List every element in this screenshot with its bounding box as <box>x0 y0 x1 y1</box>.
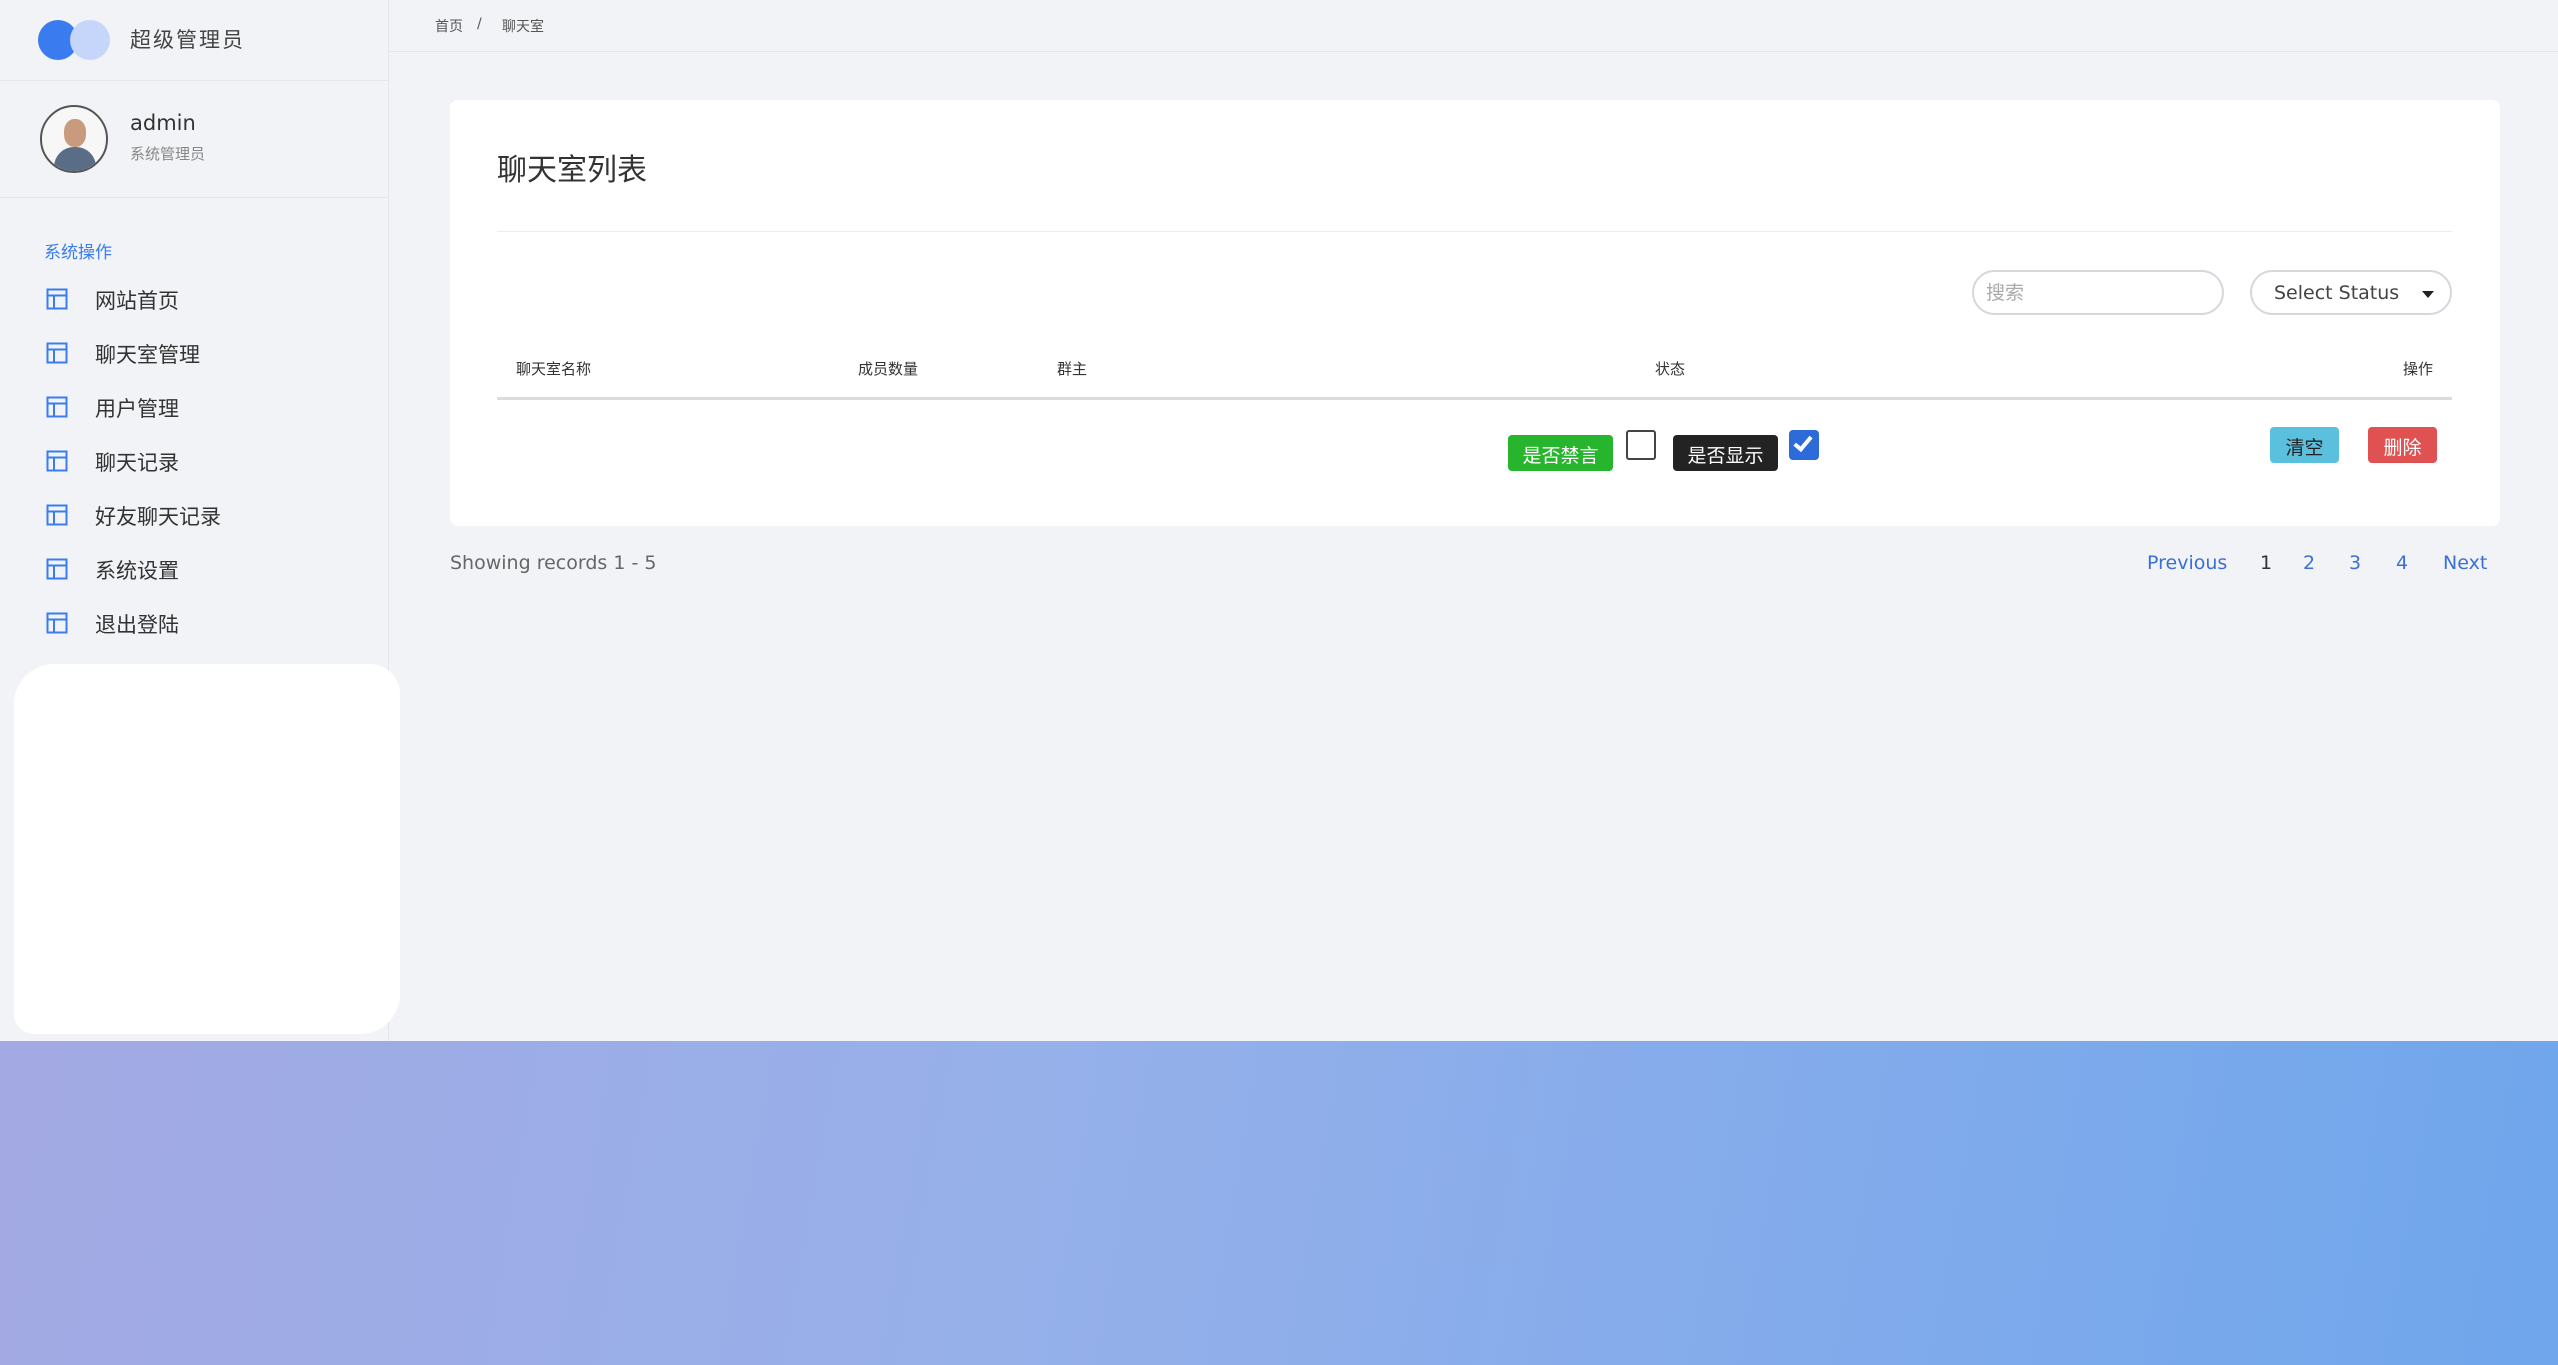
mute-checkbox[interactable] <box>1626 430 1656 460</box>
sidebar-item-chatroom-management[interactable]: 聊天室管理 <box>0 326 389 380</box>
pagination-page-3[interactable]: 3 <box>2349 552 2361 574</box>
avatar[interactable] <box>40 105 108 173</box>
pagination-previous[interactable]: Previous <box>2147 552 2227 574</box>
checkmark-icon <box>1793 431 1813 453</box>
layout-icon <box>46 342 68 364</box>
blank-panel <box>14 664 400 1034</box>
sidebar-item-chat-records[interactable]: 聊天记录 <box>0 434 389 488</box>
delete-button[interactable]: 删除 <box>2368 427 2437 463</box>
sidebar-item-friend-chat-records[interactable]: 好友聊天记录 <box>0 488 389 542</box>
user-panel: admin 系统管理员 <box>0 81 388 198</box>
layout-icon <box>46 450 68 472</box>
sidebar-item-label: 用户管理 <box>95 397 179 421</box>
sidebar-item-user-management[interactable]: 用户管理 <box>0 380 389 434</box>
layout-icon <box>46 558 68 580</box>
pagination-page-2[interactable]: 2 <box>2303 552 2315 574</box>
sidebar-section-label: 系统操作 <box>44 243 112 263</box>
sidebar-item-label: 网站首页 <box>95 289 179 313</box>
user-name: admin <box>130 111 196 135</box>
clear-button[interactable]: 清空 <box>2270 427 2339 463</box>
brand-logo-icon <box>38 20 110 60</box>
table-header-divider <box>497 397 2452 400</box>
column-header-member-count[interactable]: 成员数量 <box>858 358 918 379</box>
status-select-value: Select Status <box>2274 282 2400 304</box>
column-header-owner[interactable]: 群主 <box>1057 358 1087 379</box>
page-title: 聊天室列表 <box>497 153 647 188</box>
sidebar-item-label: 聊天记录 <box>95 451 179 475</box>
status-select[interactable]: Select Status <box>2250 270 2452 315</box>
pagination-page-1[interactable]: 1 <box>2260 552 2272 574</box>
sidebar-item-system-settings[interactable]: 系统设置 <box>0 542 389 596</box>
column-header-room-name[interactable]: 聊天室名称 <box>516 358 591 379</box>
layout-icon <box>46 504 68 526</box>
column-header-actions[interactable]: 操作 <box>2403 358 2433 379</box>
visibility-toggle-label[interactable]: 是否显示 <box>1673 435 1778 471</box>
breadcrumb-current: 聊天室 <box>502 19 544 35</box>
brand-title: 超级管理员 <box>130 28 245 52</box>
sidebar-item-label: 好友聊天记录 <box>95 505 221 529</box>
divider <box>497 231 2452 232</box>
user-role: 系统管理员 <box>130 145 206 163</box>
search-input[interactable] <box>1972 270 2224 315</box>
sidebar-nav: 网站首页 聊天室管理 用户管理 聊天记录 好友聊天记录 系统设置 退出登陆 <box>0 272 389 650</box>
sidebar: 超级管理员 admin 系统管理员 系统操作 网站首页 聊天室管理 用户管理 聊… <box>0 0 400 1041</box>
layout-icon <box>46 288 68 310</box>
brand-header: 超级管理员 <box>0 0 388 81</box>
sidebar-item-label: 聊天室管理 <box>95 343 200 367</box>
pagination-next[interactable]: Next <box>2443 552 2487 574</box>
layout-icon <box>46 612 68 634</box>
sidebar-item-home[interactable]: 网站首页 <box>0 272 389 326</box>
visibility-checkbox[interactable] <box>1789 430 1819 460</box>
pagination-page-4[interactable]: 4 <box>2396 552 2408 574</box>
breadcrumb-separator: / <box>477 16 482 32</box>
mute-toggle-label[interactable]: 是否禁言 <box>1508 435 1613 471</box>
sidebar-item-label: 退出登陆 <box>95 613 179 637</box>
sidebar-item-logout[interactable]: 退出登陆 <box>0 596 389 650</box>
records-summary: Showing records 1 - 5 <box>450 552 657 574</box>
column-header-status[interactable]: 状态 <box>1655 358 1685 379</box>
chatroom-list-card: 聊天室列表 Select Status 聊天室名称 成员数量 群主 状态 操作 … <box>450 100 2500 526</box>
background-gradient-band <box>0 1041 2558 1365</box>
breadcrumb-home[interactable]: 首页 <box>435 16 463 36</box>
breadcrumb: 首页 / 聊天室 <box>389 0 2558 52</box>
caret-down-icon <box>2422 291 2434 298</box>
layout-icon <box>46 396 68 418</box>
sidebar-item-label: 系统设置 <box>95 559 179 583</box>
